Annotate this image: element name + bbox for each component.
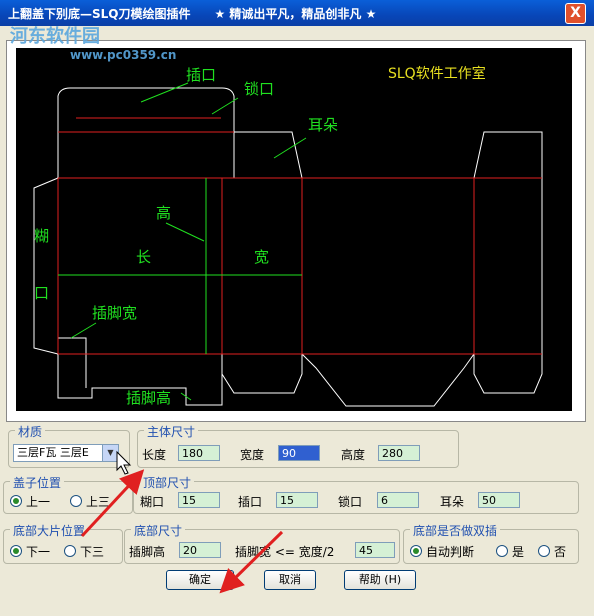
bottom-size-group-label: 底部尺寸 (131, 522, 186, 539)
bottom-option-2[interactable]: 下三 (64, 543, 104, 560)
foot-height-field[interactable]: 20 (179, 542, 221, 558)
material-select-value: 三层F瓦 三层E (17, 446, 89, 459)
material-select[interactable]: 三层F瓦 三层E ▼ (13, 444, 119, 462)
label-height: 高 (156, 204, 171, 222)
radio-unchecked-icon (538, 545, 550, 557)
lid-position-group: 盖子位置 上一 上三 (3, 474, 133, 514)
material-group-label: 材质 (15, 423, 46, 440)
radio-unchecked-icon (64, 545, 76, 557)
radio-checked-icon (10, 495, 22, 507)
radio-checked-icon (410, 545, 422, 557)
foot-width-label: 插脚宽 <= 宽度/2 (235, 545, 335, 559)
material-group: 材质 三层F瓦 三层E ▼ (8, 423, 130, 468)
lid-option-2-label: 上三 (86, 495, 111, 509)
close-button[interactable]: X (565, 3, 586, 24)
bottom-size-group: 底部尺寸 插脚高 20 插脚宽 <= 宽度/2 45 (124, 522, 400, 564)
lid-position-group-label: 盖子位置 (10, 474, 65, 491)
width-field[interactable]: 90 (278, 445, 320, 461)
dieline-drawing: 插口 锁口 耳朵 高 糊 口 长 宽 插脚宽 插脚高 SLQ软件工作室 (33, 65, 543, 407)
main-size-group-label: 主体尺寸 (144, 423, 199, 440)
length-field[interactable]: 180 (178, 445, 220, 461)
lid-option-2[interactable]: 上三 (70, 493, 110, 510)
cut-lines (33, 87, 543, 407)
double-insert-no-label: 否 (554, 545, 567, 559)
window-title: 上翻盖下别底—SLQ刀模绘图插件 ★ 精诚出平凡，精品创非凡 ★ (8, 7, 377, 21)
top-size-group: 顶部尺寸 糊口 15 插口 15 锁口 6 耳朵 50 (133, 474, 579, 514)
diagram-frame: 插口 锁口 耳朵 高 糊 口 长 宽 插脚宽 插脚高 SLQ软件工作室 (6, 40, 586, 422)
lock-field[interactable]: 6 (377, 492, 419, 508)
dimension-lines (58, 82, 307, 401)
watermark-logo: 河东软件园 (10, 26, 100, 47)
lid-option-1-label: 上一 (26, 495, 51, 509)
foot-width-field[interactable]: 45 (355, 542, 395, 558)
double-insert-yes-label: 是 (512, 545, 525, 559)
dust-flap-left (233, 131, 303, 179)
length-label: 长度 (142, 448, 167, 462)
watermark-url: www.pc0359.cn (70, 48, 177, 62)
label-lock-mouth: 锁口 (244, 80, 274, 98)
chevron-down-icon[interactable]: ▼ (102, 445, 118, 461)
double-insert-group: 底部是否做双插 自动判断 是 否 (403, 522, 579, 564)
label-paste-1: 糊 (34, 227, 49, 245)
double-insert-auto-label: 自动判断 (426, 545, 475, 559)
bottom-position-group: 底部大片位置 下一 下三 (3, 522, 123, 564)
bottom-option-2-label: 下三 (80, 545, 105, 559)
paste-label: 糊口 (140, 495, 165, 509)
label-insert-mouth: 插口 (186, 66, 216, 84)
top-size-group-label: 顶部尺寸 (140, 474, 195, 491)
lock-label: 锁口 (338, 495, 363, 509)
studio-label: SLQ软件工作室 (388, 65, 486, 82)
radio-checked-icon (10, 545, 22, 557)
cancel-button[interactable]: 取消 (264, 570, 316, 590)
top-flap-outline (57, 87, 235, 132)
main-size-group: 主体尺寸 长度 180 宽度 90 高度 280 (137, 423, 459, 468)
lid-option-1[interactable]: 上一 (10, 493, 50, 510)
radio-unchecked-icon (70, 495, 82, 507)
paste-field[interactable]: 15 (178, 492, 220, 508)
height-label: 高度 (341, 448, 366, 462)
width-label: 宽度 (240, 448, 265, 462)
double-insert-auto[interactable]: 自动判断 (410, 543, 474, 560)
label-foot-width: 插脚宽 (92, 304, 137, 322)
bottom-position-group-label: 底部大片位置 (10, 522, 89, 539)
dieline-canvas: 插口 锁口 耳朵 高 糊 口 长 宽 插脚宽 插脚高 SLQ软件工作室 (16, 48, 572, 411)
double-insert-yes[interactable]: 是 (496, 543, 524, 560)
bottom-option-1[interactable]: 下一 (10, 543, 50, 560)
label-foot-height: 插脚高 (126, 389, 171, 407)
label-paste-2: 口 (34, 284, 49, 302)
foot-height-label: 插脚高 (129, 545, 166, 559)
ear-field[interactable]: 50 (478, 492, 520, 508)
bottom-option-1-label: 下一 (26, 545, 51, 559)
ear-label: 耳朵 (440, 495, 465, 509)
ok-button[interactable]: 确定 (166, 570, 234, 590)
double-insert-no[interactable]: 否 (538, 543, 566, 560)
label-ear: 耳朵 (308, 116, 338, 134)
label-length: 长 (136, 248, 151, 266)
label-width: 宽 (254, 248, 269, 266)
insert-label: 插口 (238, 495, 263, 509)
double-insert-group-label: 底部是否做双插 (410, 522, 501, 539)
radio-unchecked-icon (496, 545, 508, 557)
insert-field[interactable]: 15 (276, 492, 318, 508)
help-button[interactable]: 帮助 (H) (344, 570, 416, 590)
height-field[interactable]: 280 (378, 445, 420, 461)
